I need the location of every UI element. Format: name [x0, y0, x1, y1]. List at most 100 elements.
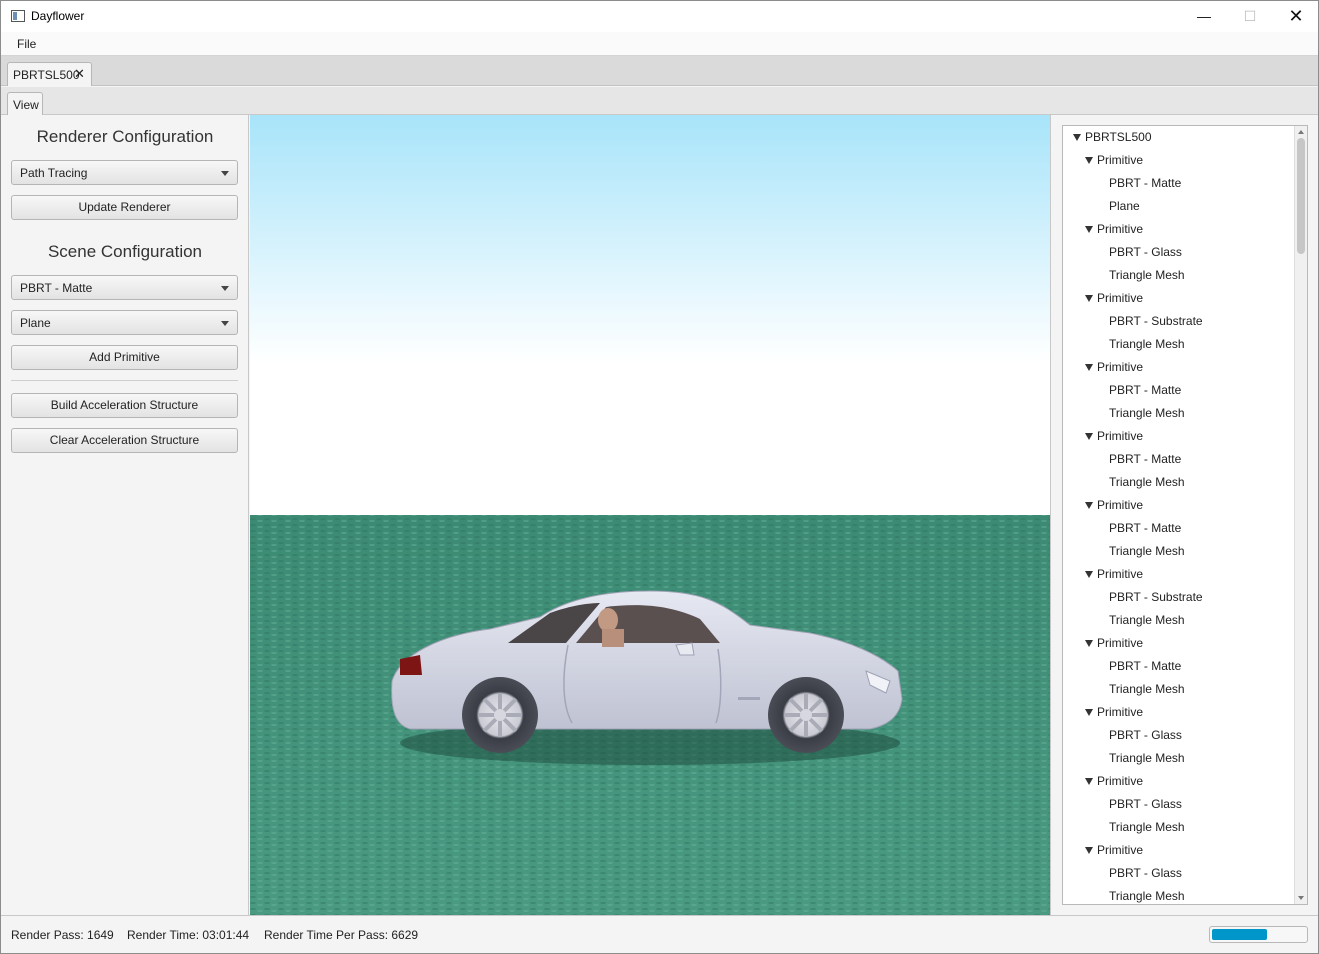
scene-configuration-heading: Scene Configuration	[47, 242, 203, 261]
tree-item-primitive[interactable]: Primitive	[1085, 563, 1143, 586]
tree-item-material[interactable]: PBRT - Glass	[1109, 241, 1182, 264]
scroll-up-arrow-icon[interactable]	[1298, 130, 1304, 134]
expand-triangle-icon[interactable]	[1085, 433, 1093, 440]
menu-file[interactable]: File	[17, 37, 36, 51]
separator	[11, 380, 238, 381]
maximize-icon: ☐	[1243, 8, 1257, 24]
minimize-button[interactable]: —	[1181, 1, 1227, 32]
tree-item-shape[interactable]: Triangle Mesh	[1109, 885, 1185, 904]
shape-select-value: Plane	[20, 316, 51, 330]
tree-item-primitive-label: Primitive	[1097, 636, 1144, 650]
tree-item-primitive-label: Primitive	[1097, 498, 1144, 512]
tree-item-primitive[interactable]: Primitive	[1085, 632, 1143, 655]
tree-item-material[interactable]: PBRT - Glass	[1109, 862, 1182, 885]
tree-item-shape[interactable]: Triangle Mesh	[1109, 678, 1185, 701]
expand-triangle-icon[interactable]	[1085, 226, 1093, 233]
tree-item-primitive-label: Primitive	[1097, 291, 1144, 305]
progress-fill	[1212, 929, 1267, 940]
minimize-icon: —	[1197, 8, 1211, 24]
status-bar: Render Pass: 1649 Render Time: 03:01:44 …	[1, 915, 1318, 953]
render-time-per-pass-status: Render Time Per Pass: 6629	[264, 928, 419, 942]
tree-item-primitive-label: Primitive	[1097, 429, 1144, 443]
shape-select[interactable]: Plane	[11, 310, 238, 335]
tree-item-primitive-label: Primitive	[1097, 843, 1144, 857]
tree-item-material[interactable]: PBRT - Substrate	[1109, 586, 1203, 609]
renderer-select[interactable]: Path Tracing	[11, 160, 238, 185]
tree-item-primitive[interactable]: Primitive	[1085, 839, 1143, 862]
tree-item-primitive-label: Primitive	[1097, 774, 1144, 788]
tab-close-icon[interactable]: ✕	[74, 66, 85, 82]
maximize-button[interactable]: ☐	[1227, 1, 1273, 32]
tree-item-primitive-label: Primitive	[1097, 153, 1144, 167]
scene-tree-panel: PBRTSL500 Primitive PBRT - Matte Plane Prim…	[1050, 115, 1318, 915]
tree-item-material[interactable]: PBRT - Matte	[1109, 517, 1181, 540]
material-select-value: PBRT - Matte	[20, 281, 93, 295]
tree-item-material[interactable]: PBRT - Substrate	[1109, 310, 1203, 333]
tree-item-material[interactable]: PBRT - Matte	[1109, 379, 1181, 402]
clear-acceleration-structure-button[interactable]: Clear Acceleration Structure	[11, 428, 238, 453]
tree-item-shape[interactable]: Triangle Mesh	[1109, 402, 1185, 425]
tree-item-material[interactable]: PBRT - Glass	[1109, 724, 1182, 747]
configuration-panel: Renderer Configuration Path Tracing Upda…	[1, 115, 249, 915]
tree-item-primitive-label: Primitive	[1097, 360, 1144, 374]
expand-triangle-icon[interactable]	[1085, 364, 1093, 371]
document-tab-label: PBRTSL500	[13, 68, 80, 82]
expand-triangle-icon[interactable]	[1085, 502, 1093, 509]
chevron-down-icon	[221, 321, 229, 326]
update-renderer-button[interactable]: Update Renderer	[11, 195, 238, 220]
build-acceleration-structure-button[interactable]: Build Acceleration Structure	[11, 393, 238, 418]
tree-item-primitive[interactable]: Primitive	[1085, 494, 1143, 517]
tree-item-primitive[interactable]: Primitive	[1085, 218, 1143, 241]
tree-item-shape[interactable]: Triangle Mesh	[1109, 264, 1185, 287]
tree-item-shape[interactable]: Triangle Mesh	[1109, 816, 1185, 839]
tree-item-shape[interactable]: Triangle Mesh	[1109, 540, 1185, 563]
window-title: Dayflower	[31, 9, 85, 23]
render-viewport[interactable]	[250, 115, 1050, 915]
tree-item-primitive[interactable]: Primitive	[1085, 770, 1143, 793]
tree-item-shape[interactable]: Triangle Mesh	[1109, 471, 1185, 494]
window-app-icon	[11, 10, 25, 22]
scene-tree[interactable]: PBRTSL500 Primitive PBRT - Matte Plane Prim…	[1062, 125, 1308, 905]
expand-triangle-icon[interactable]	[1085, 847, 1093, 854]
tree-scrollbar[interactable]	[1294, 126, 1307, 904]
tab-view[interactable]: View	[7, 92, 43, 115]
tree-item-shape[interactable]: Triangle Mesh	[1109, 609, 1185, 632]
tree-item-material[interactable]: PBRT - Matte	[1109, 655, 1181, 678]
add-primitive-button[interactable]: Add Primitive	[11, 345, 238, 370]
expand-triangle-icon[interactable]	[1085, 640, 1093, 647]
chevron-down-icon	[221, 171, 229, 176]
expand-triangle-icon[interactable]	[1085, 295, 1093, 302]
tree-item-shape[interactable]: Plane	[1109, 195, 1140, 218]
view-tab-bar: View	[1, 87, 1318, 115]
expand-triangle-icon[interactable]	[1085, 571, 1093, 578]
expand-triangle-icon[interactable]	[1085, 778, 1093, 785]
tree-root[interactable]: PBRTSL500	[1073, 126, 1152, 149]
app-window: Dayflower — ☐ ✕ File PBRTSL500 ✕ View Re…	[0, 0, 1319, 954]
tree-item-shape[interactable]: Triangle Mesh	[1109, 747, 1185, 770]
tree-item-primitive[interactable]: Primitive	[1085, 701, 1143, 724]
document-tab-bar: PBRTSL500 ✕	[1, 56, 1318, 86]
render-image	[250, 115, 1050, 915]
close-icon: ✕	[1288, 6, 1304, 26]
scroll-down-arrow-icon[interactable]	[1298, 896, 1304, 900]
title-bar[interactable]: Dayflower — ☐ ✕	[1, 1, 1318, 32]
tree-item-material[interactable]: PBRT - Matte	[1109, 448, 1181, 471]
tree-item-material[interactable]: PBRT - Glass	[1109, 793, 1182, 816]
expand-triangle-icon[interactable]	[1073, 134, 1081, 141]
tree-item-primitive[interactable]: Primitive	[1085, 287, 1143, 310]
tree-item-primitive[interactable]: Primitive	[1085, 425, 1143, 448]
expand-triangle-icon[interactable]	[1085, 709, 1093, 716]
renderer-select-value: Path Tracing	[20, 166, 88, 180]
document-tab[interactable]: PBRTSL500 ✕	[7, 62, 92, 86]
tree-item-shape[interactable]: Triangle Mesh	[1109, 333, 1185, 356]
render-progress-bar	[1209, 926, 1308, 943]
expand-triangle-icon[interactable]	[1085, 157, 1093, 164]
renderer-configuration-heading: Renderer Configuration	[36, 127, 214, 146]
close-window-button[interactable]: ✕	[1273, 1, 1319, 32]
tree-item-material[interactable]: PBRT - Matte	[1109, 172, 1181, 195]
material-select[interactable]: PBRT - Matte	[11, 275, 238, 300]
tree-item-primitive-label: Primitive	[1097, 567, 1144, 581]
tree-item-primitive[interactable]: Primitive	[1085, 149, 1143, 172]
tree-item-primitive[interactable]: Primitive	[1085, 356, 1143, 379]
scroll-thumb[interactable]	[1297, 138, 1305, 254]
